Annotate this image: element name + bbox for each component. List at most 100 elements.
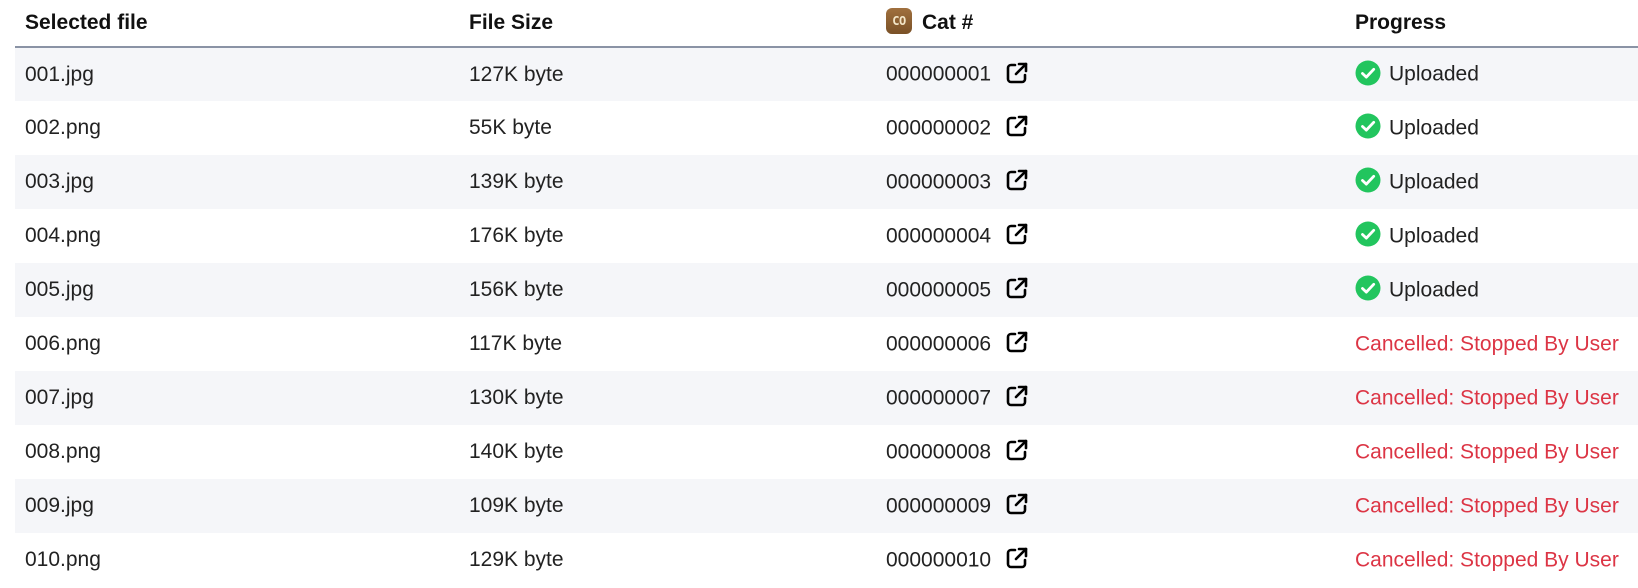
cat-number-cell: 000000006 xyxy=(876,317,1345,371)
table-row: 010.png 129K byte 000000010 Cancelled: S… xyxy=(15,533,1638,587)
external-link-icon[interactable] xyxy=(1005,222,1029,246)
status-text: Cancelled: Stopped By User xyxy=(1355,386,1619,410)
progress-cell: Uploaded xyxy=(1345,155,1638,209)
file-size-cell: 130K byte xyxy=(459,371,876,425)
cat-number: 000000010 xyxy=(886,548,992,572)
file-size-cell: 55K byte xyxy=(459,101,876,155)
file-size: 109K byte xyxy=(469,494,564,517)
cat-number: 000000005 xyxy=(886,278,992,302)
progress-cell: Cancelled: Stopped By User xyxy=(1345,479,1638,533)
file-size-cell: 109K byte xyxy=(459,479,876,533)
progress-cell: Cancelled: Stopped By User xyxy=(1345,425,1638,479)
header-progress: Progress xyxy=(1345,0,1638,48)
table-row: 003.jpg 139K byte 000000003 Uploaded xyxy=(15,155,1638,209)
status-text: Cancelled: Stopped By User xyxy=(1355,440,1619,464)
cat-number-cell: 000000002 xyxy=(876,101,1345,155)
cat-number-cell: 000000007 xyxy=(876,371,1345,425)
file-name-cell: 008.png xyxy=(15,425,459,479)
file-name: 007.jpg xyxy=(25,386,94,409)
cat-number-cell: 000000001 xyxy=(876,47,1345,101)
progress-cell: Uploaded xyxy=(1345,263,1638,317)
cat-number-cell: 000000003 xyxy=(876,155,1345,209)
check-circle-icon xyxy=(1355,60,1381,86)
table-row: 005.jpg 156K byte 000000005 Uploaded xyxy=(15,263,1638,317)
file-name-cell: 004.png xyxy=(15,209,459,263)
cat-number: 000000007 xyxy=(886,386,992,410)
progress-cell: Uploaded xyxy=(1345,101,1638,155)
file-name: 009.jpg xyxy=(25,494,94,517)
file-size: 129K byte xyxy=(469,548,564,571)
check-circle-icon xyxy=(1355,221,1381,247)
header-cat-number: CO Cat # xyxy=(876,0,1345,48)
status-text: Cancelled: Stopped By User xyxy=(1355,548,1619,572)
file-size: 55K byte xyxy=(469,116,552,139)
file-size-cell: 127K byte xyxy=(459,47,876,101)
table-row: 007.jpg 130K byte 000000007 Cancelled: S… xyxy=(15,371,1638,425)
file-size: 156K byte xyxy=(469,278,564,301)
cat-number-cell: 000000010 xyxy=(876,533,1345,587)
table-row: 009.jpg 109K byte 000000009 Cancelled: S… xyxy=(15,479,1638,533)
header-file-size: File Size xyxy=(459,0,876,48)
table-row: 004.png 176K byte 000000004 Uploaded xyxy=(15,209,1638,263)
file-size: 127K byte xyxy=(469,62,564,86)
file-size: 176K byte xyxy=(469,224,564,247)
file-name: 004.png xyxy=(25,224,101,247)
file-size-cell: 176K byte xyxy=(459,209,876,263)
file-size-cell: 139K byte xyxy=(459,155,876,209)
file-name-cell: 010.png xyxy=(15,533,459,587)
cat-number: 000000009 xyxy=(886,494,992,518)
upload-table-container: Selected file File Size CO Cat # Progress… xyxy=(15,0,1638,587)
cat-number: 000000006 xyxy=(886,332,992,356)
file-size: 140K byte xyxy=(469,440,564,463)
table-row: 002.png 55K byte 000000002 Uploaded xyxy=(15,101,1638,155)
file-name: 010.png xyxy=(25,548,101,571)
file-name: 002.png xyxy=(25,116,101,139)
file-name-cell: 007.jpg xyxy=(15,371,459,425)
external-link-icon[interactable] xyxy=(1005,114,1029,138)
file-name: 001.jpg xyxy=(25,62,94,86)
status-text: Uploaded xyxy=(1389,170,1479,194)
cat-number-cell: 000000004 xyxy=(876,209,1345,263)
file-name-cell: 006.png xyxy=(15,317,459,371)
co-logo-icon: CO xyxy=(886,8,912,35)
cat-number-cell: 000000009 xyxy=(876,479,1345,533)
external-link-icon[interactable] xyxy=(1005,168,1029,192)
cat-number: 000000004 xyxy=(886,224,992,248)
file-size: 130K byte xyxy=(469,386,564,409)
file-size-cell: 117K byte xyxy=(459,317,876,371)
header-selected-file: Selected file xyxy=(15,0,459,48)
progress-cell: Uploaded xyxy=(1345,47,1638,101)
cat-number: 000000003 xyxy=(886,170,992,194)
external-link-icon[interactable] xyxy=(1005,384,1029,408)
table-row: 008.png 140K byte 000000008 Cancelled: S… xyxy=(15,425,1638,479)
upload-results-table: Selected file File Size CO Cat # Progress… xyxy=(15,0,1638,587)
header-cat-label: Cat # xyxy=(922,11,974,34)
check-circle-icon xyxy=(1355,167,1381,193)
cat-number-cell: 000000008 xyxy=(876,425,1345,479)
external-link-icon[interactable] xyxy=(1005,276,1029,300)
file-name: 005.jpg xyxy=(25,278,94,301)
progress-cell: Cancelled: Stopped By User xyxy=(1345,371,1638,425)
status-text: Cancelled: Stopped By User xyxy=(1355,494,1619,518)
table-header: Selected file File Size CO Cat # Progress xyxy=(15,0,1638,48)
external-link-icon[interactable] xyxy=(1005,61,1029,85)
status-text: Uploaded xyxy=(1389,62,1479,86)
external-link-icon[interactable] xyxy=(1005,492,1029,516)
file-name-cell: 009.jpg xyxy=(15,479,459,533)
external-link-icon[interactable] xyxy=(1005,438,1029,462)
external-link-icon[interactable] xyxy=(1005,330,1029,354)
header-row: Selected file File Size CO Cat # Progress xyxy=(15,0,1638,48)
external-link-icon[interactable] xyxy=(1005,546,1029,570)
status-text: Uploaded xyxy=(1389,224,1479,248)
progress-cell: Cancelled: Stopped By User xyxy=(1345,317,1638,371)
file-size: 117K byte xyxy=(469,332,563,355)
file-size-cell: 156K byte xyxy=(459,263,876,317)
file-name-cell: 001.jpg xyxy=(15,47,459,101)
file-size-cell: 140K byte xyxy=(459,425,876,479)
check-circle-icon xyxy=(1355,275,1381,301)
table-body: 001.jpg 127K byte 000000001 Uploaded 002… xyxy=(15,47,1638,587)
progress-cell: Cancelled: Stopped By User xyxy=(1345,533,1638,587)
file-name-cell: 002.png xyxy=(15,101,459,155)
file-name: 003.jpg xyxy=(25,170,94,193)
progress-cell: Uploaded xyxy=(1345,209,1638,263)
